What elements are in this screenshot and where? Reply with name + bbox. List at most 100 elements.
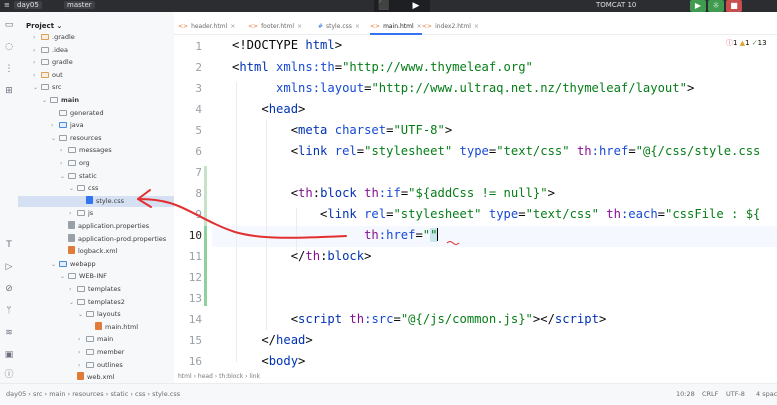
tab-index2-html[interactable]: <> index2.html × bbox=[422, 20, 479, 33]
chevron-right-icon[interactable]: › bbox=[33, 70, 41, 81]
tree-item[interactable]: generated bbox=[18, 108, 174, 119]
problems-icon[interactable]: ⓘ bbox=[4, 370, 14, 380]
line-number[interactable]: 2 bbox=[195, 61, 202, 74]
chevron-right-icon[interactable]: › bbox=[60, 158, 68, 169]
tab-main-html[interactable]: <> main.html × bbox=[370, 20, 422, 35]
chevron-down-icon[interactable]: ⌄ bbox=[69, 297, 77, 308]
tree-item[interactable]: › member bbox=[18, 347, 174, 358]
chevron-down-icon[interactable]: ⌄ bbox=[60, 171, 68, 182]
line-number[interactable]: 13 bbox=[189, 292, 202, 305]
status-path-item[interactable]: resources bbox=[72, 390, 104, 398]
caret-position[interactable]: 10:28 bbox=[676, 390, 695, 398]
tree-item[interactable]: › outlines bbox=[18, 360, 174, 371]
tree-item[interactable]: › .gradle bbox=[18, 32, 174, 43]
line-number[interactable]: 11 bbox=[189, 250, 202, 263]
tree-item[interactable]: style.css bbox=[18, 195, 174, 207]
chevron-right-icon[interactable]: › bbox=[78, 360, 86, 371]
status-path-item[interactable]: static bbox=[110, 390, 128, 398]
tree-item[interactable]: ⌄ static bbox=[18, 171, 174, 182]
line-number[interactable]: 1 bbox=[195, 40, 202, 53]
tree-item[interactable]: application-prod.properties bbox=[18, 233, 174, 245]
breadcrumb-item[interactable]: th:block bbox=[219, 373, 243, 380]
tree-item[interactable]: › messages bbox=[18, 145, 174, 156]
line-number[interactable]: 10 bbox=[189, 229, 202, 242]
record-play-icon[interactable]: ▶ bbox=[408, 0, 424, 12]
line-number[interactable]: 14 bbox=[189, 313, 202, 326]
line-number[interactable]: 5 bbox=[195, 124, 202, 137]
project-folder-icon[interactable]: ▭ bbox=[4, 20, 14, 30]
run-icon[interactable]: ▶ bbox=[690, 0, 706, 12]
tab-footer-html[interactable]: <> footer.html × bbox=[248, 20, 302, 33]
tree-item[interactable]: application.properties bbox=[18, 221, 174, 232]
tree-item[interactable]: ⌄ resources bbox=[18, 133, 174, 144]
code-editor[interactable]: <!DOCTYPE html> <html xmlns:th="http://w… bbox=[232, 34, 777, 374]
breadcrumb-item[interactable]: html bbox=[178, 373, 192, 380]
chevron-right-icon[interactable]: › bbox=[33, 57, 41, 68]
tree-item[interactable]: ⌄ templates2 bbox=[18, 297, 174, 308]
chevron-down-icon[interactable]: ⌄ bbox=[78, 309, 86, 320]
status-path-item[interactable]: style.css bbox=[152, 390, 180, 398]
tree-item[interactable]: › js bbox=[18, 208, 174, 219]
chevron-down-icon[interactable]: ⌄ bbox=[51, 259, 59, 270]
chevron-right-icon[interactable]: › bbox=[33, 45, 41, 56]
debug-icon[interactable]: ☼ bbox=[708, 0, 724, 12]
build-icon[interactable]: T bbox=[4, 240, 14, 250]
stop-icon[interactable]: ■ bbox=[726, 0, 742, 12]
layers-icon[interactable]: ≋ bbox=[4, 328, 14, 338]
run-config-selector[interactable]: TOMCAT 10 bbox=[596, 1, 636, 9]
chevron-down-icon[interactable]: ⌄ bbox=[42, 95, 50, 106]
close-icon[interactable]: × bbox=[297, 23, 302, 30]
line-number[interactable]: 8 bbox=[195, 187, 202, 200]
close-icon[interactable]: × bbox=[474, 23, 479, 30]
tree-item[interactable]: web.xml bbox=[18, 372, 174, 383]
breadcrumb-item[interactable]: link bbox=[249, 373, 260, 380]
tree-item[interactable]: › out bbox=[18, 70, 174, 81]
line-number[interactable]: 9 bbox=[195, 208, 202, 221]
line-number[interactable]: 4 bbox=[195, 103, 202, 116]
line-number[interactable]: 7 bbox=[195, 166, 202, 179]
app-menu-icon[interactable]: ≡ bbox=[4, 1, 10, 9]
tree-item[interactable]: ⌄ WEB-INF bbox=[18, 271, 174, 282]
close-icon[interactable]: × bbox=[417, 23, 422, 30]
chevron-down-icon[interactable]: ⌄ bbox=[60, 271, 68, 282]
tab-style-css[interactable]: # style.css × bbox=[318, 20, 360, 33]
line-number[interactable]: 3 bbox=[195, 82, 202, 95]
chevron-down-icon[interactable]: ⌄ bbox=[51, 133, 59, 144]
line-separator[interactable]: CRLF bbox=[702, 390, 718, 398]
close-icon[interactable]: × bbox=[355, 23, 360, 30]
chevron-down-icon[interactable]: ⌄ bbox=[69, 183, 77, 194]
tree-item[interactable]: ⌄ layouts bbox=[18, 309, 174, 320]
chevron-right-icon[interactable]: › bbox=[69, 208, 77, 219]
commit-icon[interactable]: ◌ bbox=[4, 42, 14, 52]
line-number[interactable]: 15 bbox=[189, 334, 202, 347]
branch-selector[interactable]: master bbox=[64, 1, 95, 9]
tree-item[interactable]: ⌄ main bbox=[18, 95, 174, 106]
tree-item[interactable]: main.html bbox=[18, 321, 174, 333]
status-path-item[interactable]: css bbox=[135, 390, 145, 398]
breadcrumb-item[interactable]: head bbox=[198, 373, 213, 380]
plugins-icon[interactable]: ⊞ bbox=[4, 86, 14, 96]
tree-item[interactable]: logback.xml bbox=[18, 246, 174, 257]
git-icon[interactable]: ᛘ bbox=[4, 306, 14, 316]
structure-icon[interactable]: ⋮ bbox=[4, 64, 14, 74]
chevron-down-icon[interactable]: ⌄ bbox=[56, 22, 62, 30]
chevron-down-icon[interactable]: ⌄ bbox=[33, 82, 41, 93]
tree-item[interactable]: › templates bbox=[18, 284, 174, 295]
file-encoding[interactable]: UTF-8 bbox=[726, 390, 745, 398]
chevron-right-icon[interactable]: › bbox=[33, 32, 41, 43]
services-icon[interactable]: ⊘ bbox=[4, 284, 14, 294]
chevron-right-icon[interactable]: › bbox=[60, 145, 68, 156]
line-number[interactable]: 16 bbox=[189, 355, 202, 368]
run-tool-icon[interactable]: ▷ bbox=[4, 262, 14, 272]
chevron-right-icon[interactable]: › bbox=[51, 120, 59, 131]
line-number[interactable]: 12 bbox=[189, 271, 202, 284]
tree-item[interactable]: › main bbox=[18, 334, 174, 345]
tree-item[interactable]: ⌄ webapp bbox=[18, 259, 174, 270]
line-number[interactable]: 6 bbox=[195, 145, 202, 158]
tree-item[interactable]: › .idea bbox=[18, 45, 174, 56]
chevron-right-icon[interactable]: › bbox=[69, 284, 77, 295]
status-path-item[interactable]: day05 bbox=[6, 390, 26, 398]
indent-setting[interactable]: 4 spaces bbox=[756, 390, 777, 398]
close-icon[interactable]: × bbox=[230, 23, 235, 30]
status-path-item[interactable]: main bbox=[49, 390, 65, 398]
